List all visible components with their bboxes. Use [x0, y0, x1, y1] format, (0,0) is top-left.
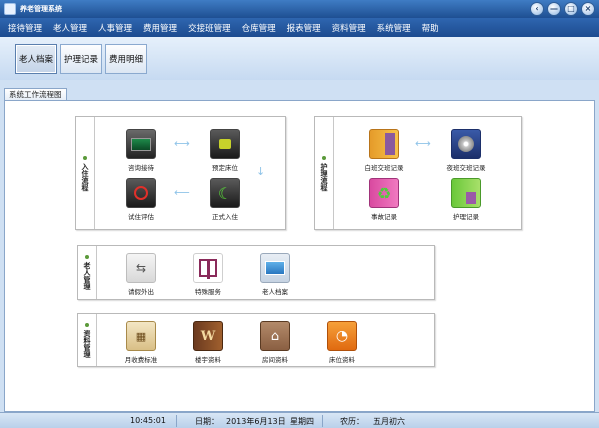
maximize-button[interactable]: □	[564, 2, 578, 16]
elder-management-label: 老人管理	[78, 246, 97, 299]
flow-night-shift[interactable]: 夜班交班记录	[431, 129, 501, 172]
flow-day-shift[interactable]: 白班交班记录	[349, 129, 419, 172]
admission-flow-group: 入住流程 咨询接待 ⟷ 预定床位 ↓ 试住评估 ⟵ ☾ 正式入住	[75, 116, 286, 230]
elder-management-group: 老人管理 ⇆ 请假外出 特殊服务 老人档案	[77, 245, 435, 300]
bullet-icon	[83, 155, 87, 160]
consult-screen-icon	[126, 129, 156, 159]
moon-checkin-icon: ☾	[210, 178, 240, 208]
elder-archive-icon	[260, 253, 290, 283]
menu-warehouse[interactable]: 仓库管理	[242, 22, 276, 34]
calendar-fee-icon: ▦	[126, 321, 156, 351]
data-management-group: 资料管理 ▦ 月收费标准 W 楼宇资料 ⌂ 房间资料 ◔ 床位资料	[77, 313, 435, 367]
lock-reserve-icon	[210, 129, 240, 159]
bullet-icon	[85, 322, 89, 327]
day-shift-folder-icon	[369, 129, 399, 159]
arrow-down-icon: ↓	[256, 165, 266, 178]
usb-leave-icon: ⇆	[126, 253, 156, 283]
menu-data[interactable]: 资料管理	[332, 22, 366, 34]
bullet-icon	[85, 255, 89, 259]
bed-rss-icon: ◔	[327, 321, 357, 351]
app-icon	[4, 3, 16, 15]
menu-reception[interactable]: 接待管理	[8, 22, 42, 34]
nursing-record-button[interactable]: 护理记录	[60, 43, 103, 74]
bullet-icon	[322, 155, 326, 160]
status-lunar: 五月初六	[373, 417, 405, 426]
status-bar: 10:45:01 日期： 2013年6月13日 星期四 农历： 五月初六	[0, 412, 599, 428]
menu-help[interactable]: 帮助	[422, 22, 439, 34]
back-button[interactable]: ‹	[530, 2, 544, 16]
toolbar: 老人档案 护理记录 费用明细	[0, 37, 599, 80]
care-flow-group: 护理流程 白班交班记录 ⟷ 夜班交班记录 ♻ 事故记录 护理记录	[314, 116, 522, 230]
status-date: 2013年6月13日	[226, 417, 286, 426]
arrow-right-icon: ⟷	[174, 137, 190, 150]
menu-bar: 接待管理 老人管理 人事管理 费用管理 交接班管理 仓库管理 报表管理 资料管理…	[0, 18, 599, 37]
menu-elder[interactable]: 老人管理	[53, 22, 87, 34]
night-shift-cd-icon	[451, 129, 481, 159]
fee-detail-button[interactable]: 费用明细	[105, 43, 148, 74]
care-flow-label: 护理流程	[315, 117, 334, 229]
admission-flow-label: 入住流程	[76, 117, 95, 229]
flow-room-data[interactable]: ⌂ 房间资料	[240, 321, 310, 364]
nursing-record-icon	[451, 178, 481, 208]
flow-consult[interactable]: 咨询接待	[106, 129, 176, 172]
arrow-left-icon: ⟵	[174, 186, 190, 199]
flow-building-data[interactable]: W 楼宇资料	[173, 321, 243, 364]
flow-elder-archive[interactable]: 老人档案	[240, 253, 310, 296]
status-weekday: 星期四	[290, 417, 314, 426]
elder-archive-button[interactable]: 老人档案	[15, 43, 58, 74]
gift-service-icon	[193, 253, 223, 283]
flow-checkin[interactable]: ☾ 正式入住	[190, 178, 260, 221]
building-book-icon: W	[193, 321, 223, 351]
flow-leave[interactable]: ⇆ 请假外出	[106, 253, 176, 296]
menu-system[interactable]: 系统管理	[377, 22, 411, 34]
trial-assess-icon	[126, 178, 156, 208]
flow-reserve-bed[interactable]: 预定床位	[190, 129, 260, 172]
close-button[interactable]: ×	[581, 2, 595, 16]
flow-incident[interactable]: ♻ 事故记录	[349, 178, 419, 221]
menu-shift[interactable]: 交接班管理	[188, 22, 231, 34]
status-lunar-label: 农历：	[340, 417, 364, 426]
window-title: 养老管理系统	[20, 5, 62, 13]
status-time: 10:45:01	[130, 416, 166, 425]
menu-reports[interactable]: 报表管理	[287, 22, 321, 34]
flow-special-service[interactable]: 特殊服务	[173, 253, 243, 296]
status-date-label: 日期：	[195, 417, 219, 426]
flow-monthly-fee[interactable]: ▦ 月收费标准	[106, 321, 176, 364]
data-management-label: 资料管理	[78, 314, 97, 366]
flow-trial-assess[interactable]: 试住评估	[106, 178, 176, 221]
menu-personnel[interactable]: 人事管理	[98, 22, 132, 34]
title-bar: 养老管理系统 ‹ — □ ×	[0, 0, 599, 18]
flow-nursing-record[interactable]: 护理记录	[431, 178, 501, 221]
flow-bed-data[interactable]: ◔ 床位资料	[307, 321, 377, 364]
incident-recycle-icon: ♻	[369, 178, 399, 208]
minimize-button[interactable]: —	[547, 2, 561, 16]
workflow-panel: 入住流程 咨询接待 ⟷ 预定床位 ↓ 试住评估 ⟵ ☾ 正式入住 护理流程 白班…	[4, 100, 595, 412]
arrow-right-icon: ⟷	[415, 137, 431, 150]
menu-fees[interactable]: 费用管理	[143, 22, 177, 34]
room-house-icon: ⌂	[260, 321, 290, 351]
